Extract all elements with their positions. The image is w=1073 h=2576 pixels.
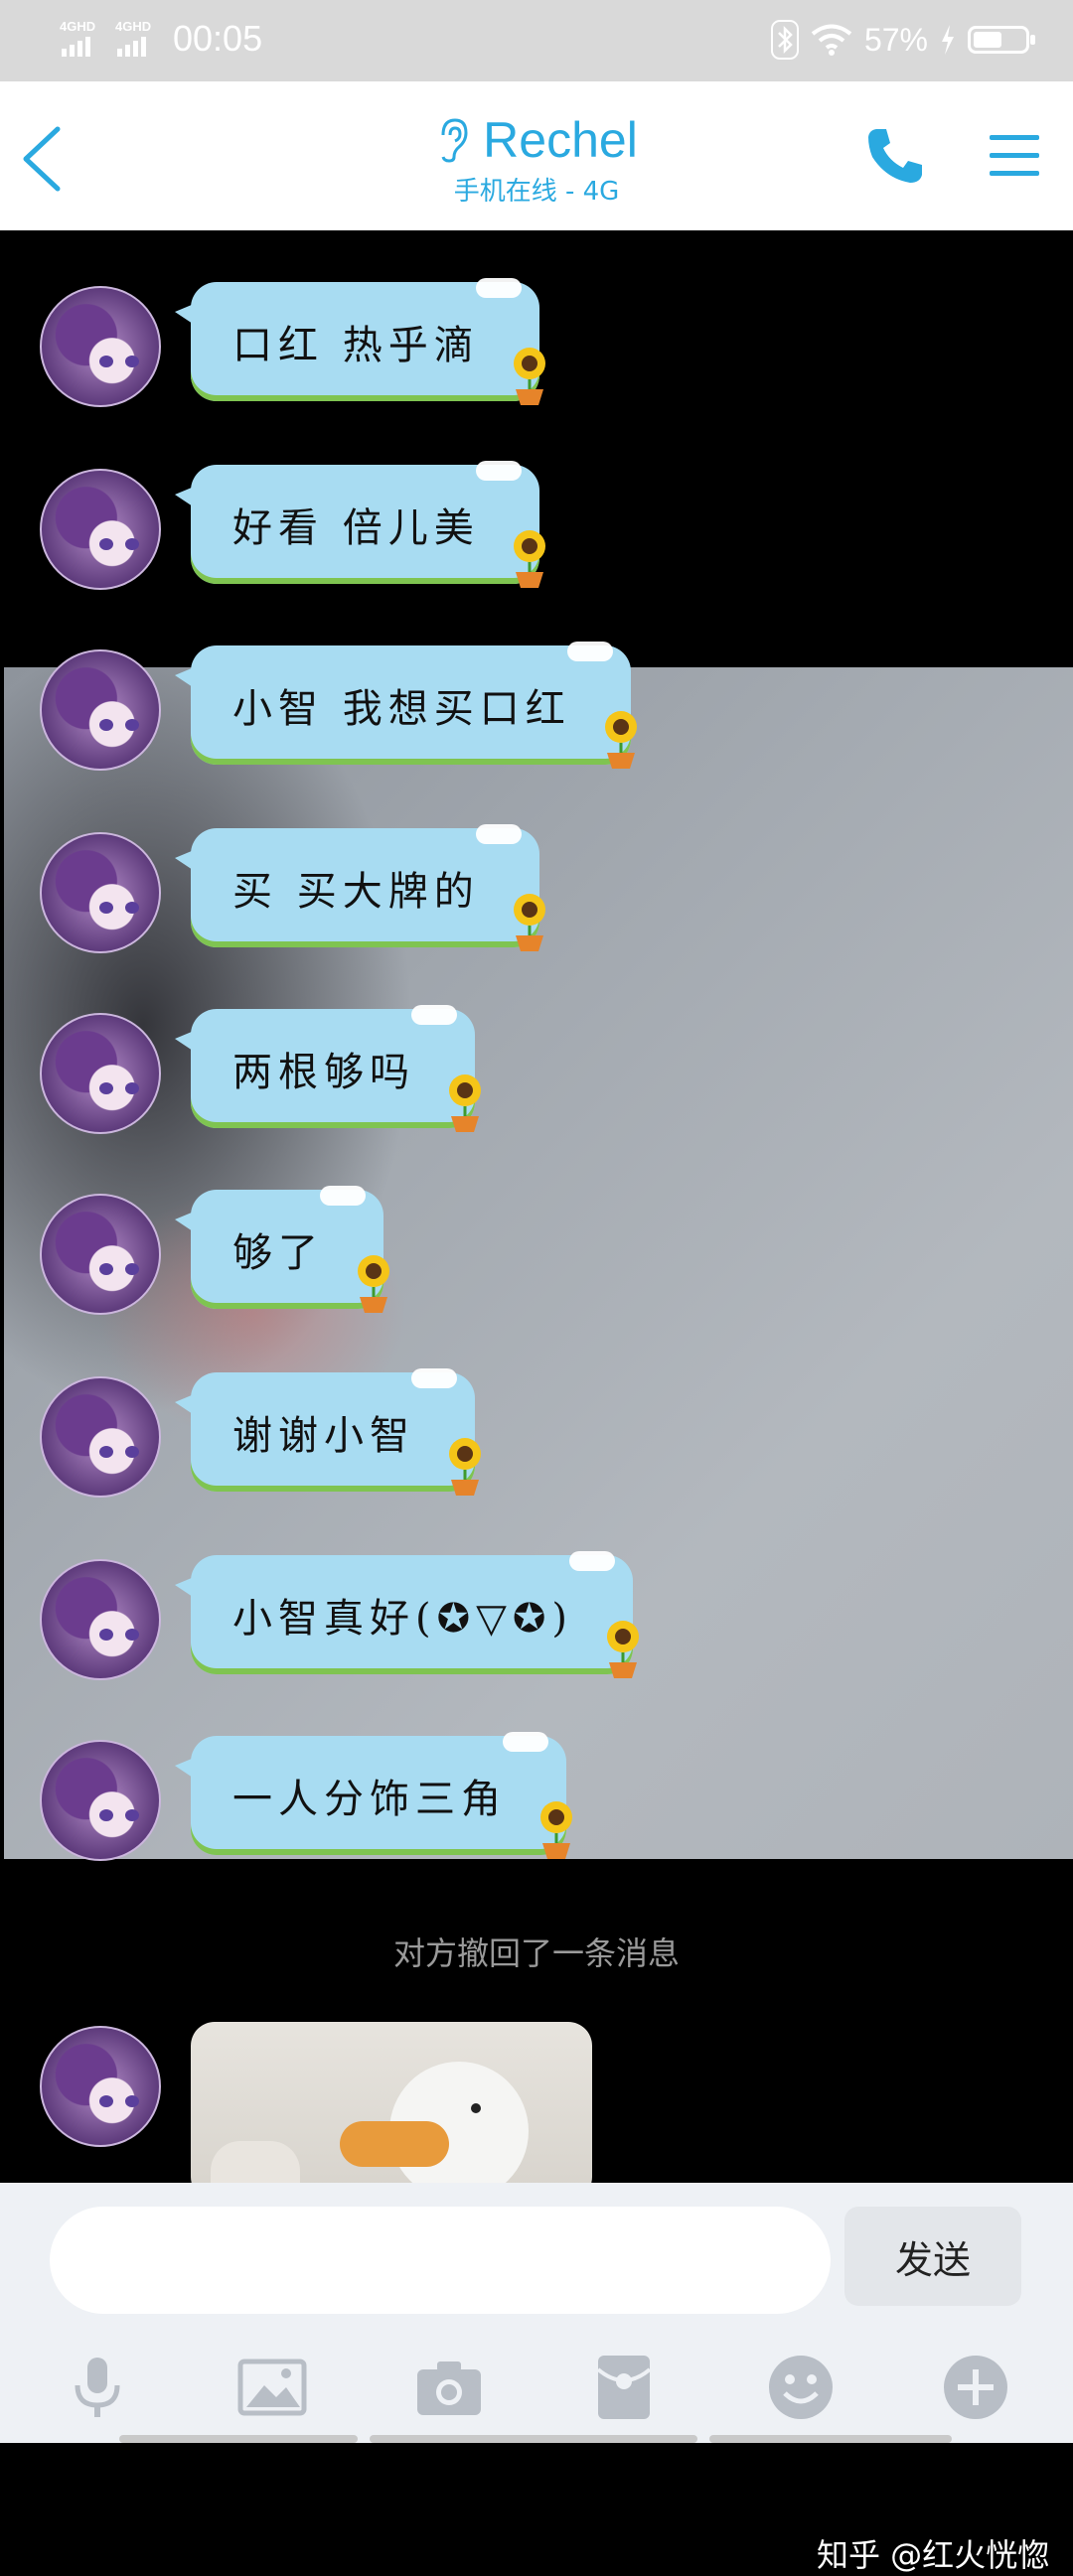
chat-header: Rechel 手机在线 - 4G <box>0 81 1073 230</box>
avatar[interactable] <box>40 1559 161 1680</box>
wifi-icon <box>811 24 852 56</box>
message-bubble[interactable]: 买 买大牌的 <box>175 824 545 951</box>
message-bubble[interactable]: 够了 <box>175 1186 389 1313</box>
avatar[interactable] <box>40 469 161 590</box>
avatar[interactable] <box>40 1376 161 1498</box>
message-bubble[interactable]: 一人分饰三角 <box>175 1732 572 1859</box>
battery-percent: 57% <box>863 21 928 58</box>
message-bubble[interactable]: 谢谢小智 <box>175 1368 481 1496</box>
message-row: 一人分饰三角 <box>0 1732 1073 1871</box>
camera-icon[interactable] <box>413 2352 485 2423</box>
bluetooth-icon <box>770 20 799 60</box>
nav-indicator <box>119 2435 358 2443</box>
image-message[interactable] <box>191 2022 592 2183</box>
avatar[interactable] <box>40 832 161 953</box>
charging-icon <box>942 25 954 55</box>
battery-icon <box>968 26 1035 54</box>
signal-label: 4GHD <box>115 19 152 34</box>
status-bar: 4GHD 4GHD 00:05 57% <box>0 0 1073 81</box>
sunflower-icon <box>513 348 545 405</box>
nav-indicator <box>709 2435 952 2443</box>
signal-icon: 4GHD <box>60 19 103 59</box>
phone-icon[interactable] <box>862 123 928 189</box>
message-text: 口红 热乎滴 <box>232 323 480 368</box>
sunflower-icon <box>513 894 545 951</box>
ear-icon <box>441 118 468 163</box>
message-bubble[interactable]: 小智 我想买口红 <box>175 642 637 769</box>
watermark: 知乎 @红火恍惚 <box>817 2536 1050 2574</box>
avatar[interactable] <box>40 2026 161 2147</box>
avatar[interactable] <box>40 1194 161 1315</box>
message-bubble[interactable]: 口红 热乎滴 <box>175 278 545 405</box>
message-row: 小智真好(✪▽✪) <box>0 1551 1073 1690</box>
message-text: 两根够吗 <box>232 1050 415 1095</box>
avatar[interactable] <box>40 1740 161 1861</box>
sunflower-icon <box>540 1801 572 1859</box>
message-row: 口红 热乎滴 <box>0 278 1073 417</box>
menu-icon[interactable] <box>988 131 1041 181</box>
message-text: 小智 我想买口红 <box>232 686 571 732</box>
signal-label: 4GHD <box>60 19 96 34</box>
input-toolbar: 知乎 @红火恍惚 <box>0 2342 1073 2574</box>
message-text: 小智真好(✪▽✪) <box>232 1596 574 1642</box>
status-time: 00:05 <box>173 18 263 59</box>
send-button[interactable]: 发送 <box>844 2207 1021 2306</box>
chat-title[interactable]: Rechel <box>483 111 638 169</box>
nav-indicator <box>370 2435 697 2443</box>
chat-area[interactable]: 口红 热乎滴 好看 倍儿美 小智 我想买口红 买 买大牌的 两根够吗 够了 谢谢… <box>0 230 1073 2183</box>
message-bubble[interactable]: 小智真好(✪▽✪) <box>174 1551 640 1678</box>
avatar[interactable] <box>40 1013 161 1134</box>
message-row: 买 买大牌的 <box>0 824 1073 963</box>
plus-icon[interactable] <box>940 2352 1011 2423</box>
message-row: 小智 我想买口红 <box>0 642 1073 781</box>
red-packet-icon[interactable] <box>588 2352 660 2423</box>
message-input[interactable] <box>50 2207 831 2314</box>
message-text: 够了 <box>232 1230 324 1276</box>
message-bubble[interactable]: 两根够吗 <box>175 1005 481 1132</box>
message-row: 谢谢小智 <box>0 1368 1073 1507</box>
sunflower-icon <box>513 530 545 588</box>
message-text: 一人分饰三角 <box>232 1777 507 1822</box>
message-row: 够了 <box>0 1186 1073 1325</box>
emoji-icon[interactable] <box>765 2352 837 2423</box>
avatar[interactable] <box>40 286 161 407</box>
message-text: 谢谢小智 <box>232 1413 415 1459</box>
avatar[interactable] <box>40 649 161 771</box>
message-row: 两根够吗 <box>0 1005 1073 1144</box>
image-icon[interactable] <box>236 2352 308 2423</box>
message-row <box>0 2018 1073 2183</box>
signal-icon: 4GHD <box>115 19 159 59</box>
microphone-icon[interactable] <box>62 2352 133 2423</box>
message-bubble[interactable]: 好看 倍儿美 <box>175 461 545 588</box>
sunflower-icon <box>604 711 637 769</box>
message-text: 好看 倍儿美 <box>232 505 480 551</box>
input-bar: 发送 知乎 @红火恍惚 <box>0 2183 1073 2574</box>
sunflower-icon <box>449 1074 481 1132</box>
message-text: 买 买大牌的 <box>232 869 480 915</box>
sunflower-icon <box>449 1438 481 1496</box>
recall-notice: 对方撤回了一条消息 <box>392 1934 680 1972</box>
sunflower-icon <box>358 1255 389 1313</box>
sunflower-icon <box>607 1621 640 1678</box>
message-row: 好看 倍儿美 <box>0 461 1073 600</box>
